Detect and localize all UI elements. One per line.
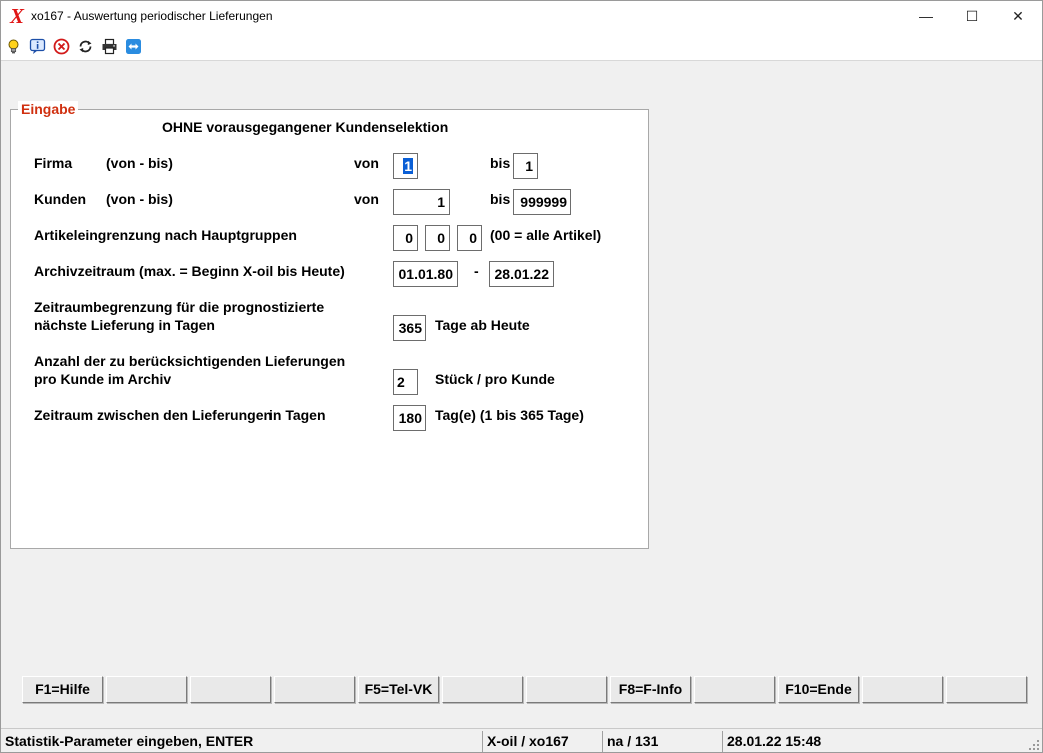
f8-f-info-button[interactable]: F8=F-Info — [610, 676, 691, 703]
anzahl-input[interactable]: 2 — [393, 369, 418, 395]
archiv-separator: - — [474, 263, 479, 279]
toolbar — [1, 32, 1042, 61]
kunden-von-input[interactable]: 1 — [393, 189, 450, 215]
prognose-days-input[interactable]: 365 — [393, 315, 426, 341]
artikel-input-3[interactable]: 0 — [457, 225, 482, 251]
archiv-to-input[interactable]: 28.01.22 — [489, 261, 554, 287]
prognose-label-line1: Zeitraumbegrenzung für die prognostizier… — [34, 299, 325, 315]
f3-button[interactable] — [190, 676, 271, 703]
groupbox-title: Eingabe — [18, 101, 79, 117]
firma-von-input[interactable]: 1 — [393, 153, 418, 179]
f7-button[interactable] — [526, 676, 607, 703]
firma-von-label: von — [354, 155, 379, 171]
status-datetime: 28.01.22 15:48 — [722, 731, 1022, 752]
firma-range-hint: (von - bis) — [106, 155, 173, 171]
archiv-from-input[interactable]: 01.01.80 — [393, 261, 458, 287]
remote-support-icon[interactable] — [125, 38, 142, 55]
kunden-label: Kunden — [34, 191, 87, 207]
maximize-icon: ☐ — [965, 8, 979, 24]
f9-button[interactable] — [694, 676, 775, 703]
artikel-input-1[interactable]: 0 — [393, 225, 418, 251]
zwischen-suffix: Tag(e) (1 bis 365 Tage) — [435, 407, 584, 423]
status-user: na / 131 — [602, 731, 722, 752]
resize-grip-icon[interactable] — [1028, 739, 1040, 751]
firma-von-value: 1 — [403, 158, 413, 174]
kunden-bis-input[interactable]: 999999 — [513, 189, 571, 215]
form-heading: OHNE vorausgegangener Kundenselektion — [162, 119, 449, 135]
f1-help-button[interactable]: F1=Hilfe — [22, 676, 103, 703]
firma-bis-label: bis — [490, 155, 511, 171]
artikel-hint: (00 = alle Artikel) — [490, 227, 602, 243]
firma-label: Firma — [34, 155, 73, 171]
f4-button[interactable] — [274, 676, 355, 703]
zwischen-label-part1: Zeitraum zwischen den Lieferungen — [34, 407, 273, 423]
app-logo: X — [10, 4, 25, 28]
status-message: Statistik-Parameter eingeben, ENTER — [5, 733, 254, 749]
kunden-range-hint: (von - bis) — [106, 191, 173, 207]
anzahl-label-line2: pro Kunde im Archiv — [34, 371, 172, 387]
f2-button[interactable] — [106, 676, 187, 703]
archiv-label: Archivzeitraum (max. = Beginn X-oil bis … — [34, 263, 345, 279]
application-window: X xo167 - Auswertung periodischer Liefer… — [0, 0, 1043, 753]
anzahl-suffix: Stück / pro Kunde — [435, 371, 555, 387]
f12-button[interactable] — [946, 676, 1027, 703]
maximize-button[interactable]: ☐ — [949, 1, 995, 32]
lightbulb-icon[interactable] — [5, 38, 22, 55]
f11-button[interactable] — [862, 676, 943, 703]
f10-end-button[interactable]: F10=Ende — [778, 676, 859, 703]
kunden-bis-label: bis — [490, 191, 511, 207]
title-bar[interactable]: X xo167 - Auswertung periodischer Liefer… — [1, 1, 1042, 32]
zwischen-days-input[interactable]: 180 — [393, 405, 426, 431]
firma-bis-input[interactable]: 1 — [513, 153, 538, 179]
anzahl-label-line1: Anzahl der zu berücksichtigenden Lieferu… — [34, 353, 346, 369]
window-title: xo167 - Auswertung periodischer Lieferun… — [31, 9, 273, 23]
artikel-input-2[interactable]: 0 — [425, 225, 450, 251]
close-icon: ✕ — [1012, 8, 1024, 24]
prognose-label-line2: nächste Lieferung in Tagen — [34, 317, 215, 333]
minimize-button[interactable]: — — [903, 1, 949, 32]
prognose-days-suffix: Tage ab Heute — [435, 317, 530, 333]
artikel-label: Artikeleingrenzung nach Hauptgruppen — [34, 227, 297, 243]
refresh-icon[interactable] — [77, 38, 94, 55]
close-button[interactable]: ✕ — [995, 1, 1041, 32]
zwischen-label-part2: in Tagen — [269, 407, 326, 423]
kunden-von-label: von — [354, 191, 379, 207]
status-program: X-oil / xo167 — [482, 731, 602, 752]
cancel-icon[interactable] — [53, 38, 70, 55]
status-bar: Statistik-Parameter eingeben, ENTER X-oi… — [1, 728, 1042, 752]
printer-icon[interactable] — [101, 38, 118, 55]
f6-button[interactable] — [442, 676, 523, 703]
minimize-icon: — — [919, 8, 933, 24]
info-icon[interactable] — [29, 38, 46, 55]
f5-tel-vk-button[interactable]: F5=Tel-VK — [358, 676, 439, 703]
